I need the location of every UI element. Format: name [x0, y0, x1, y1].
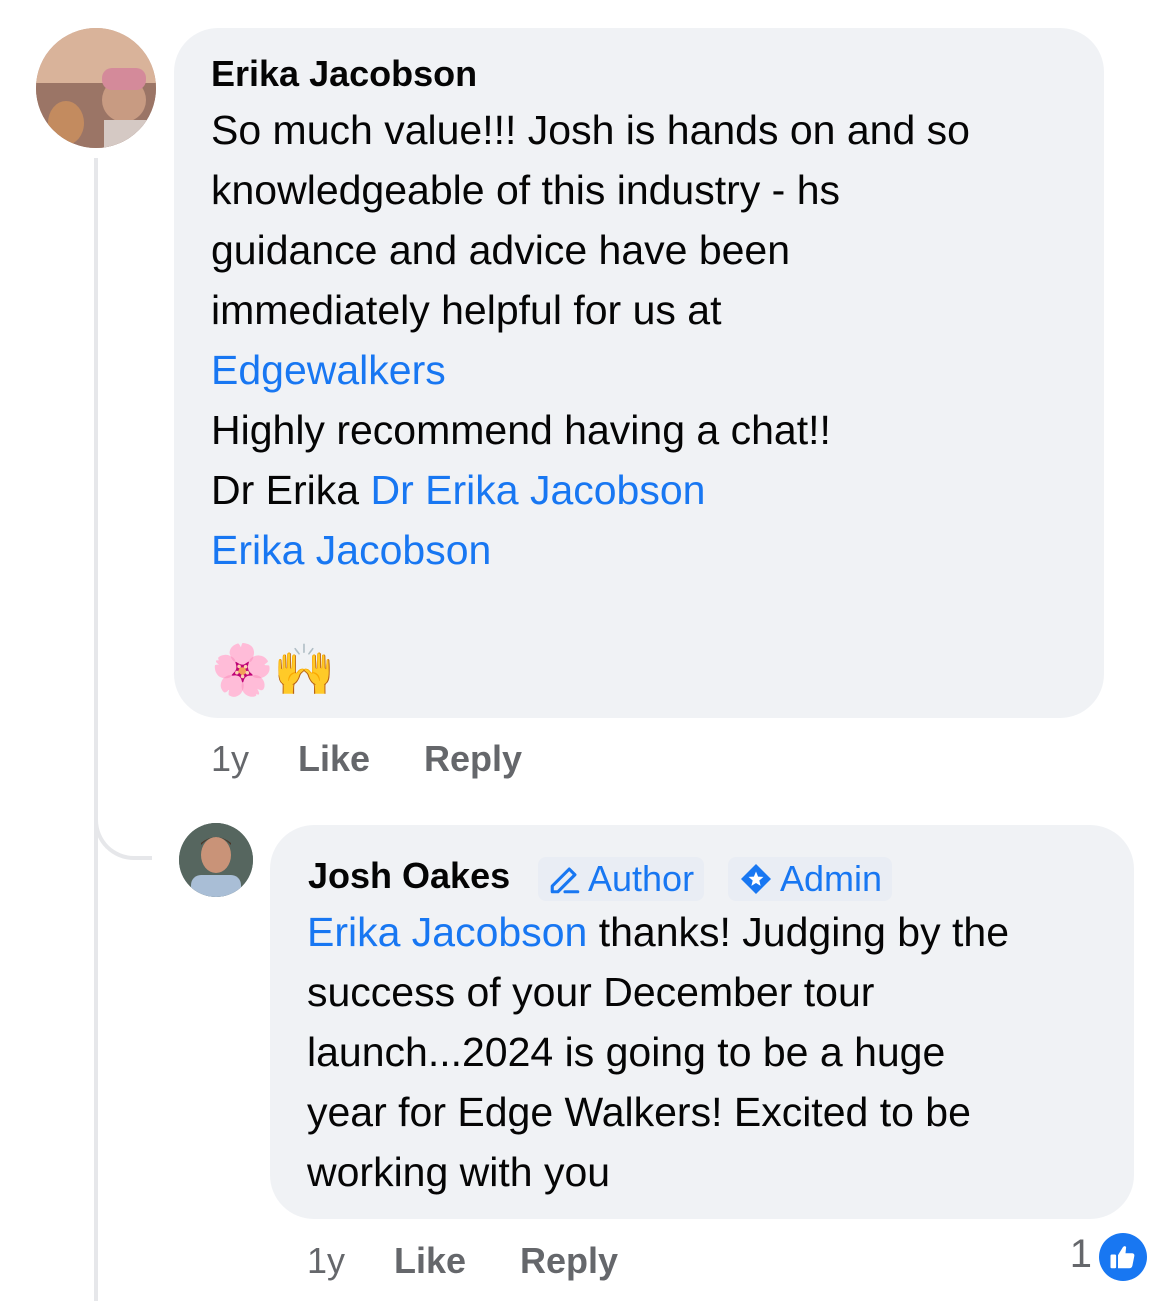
admin-badge: Admin [728, 857, 893, 901]
reply-button[interactable]: Reply [520, 1240, 618, 1282]
like-button[interactable]: Like [394, 1240, 466, 1282]
comment-line: immediately helpful for us at [211, 287, 722, 333]
comment-line: guidance and advice have been [211, 227, 791, 273]
avatar-photo-icon [36, 28, 156, 148]
admin-diamond-icon [741, 864, 771, 894]
author-badge: Author [538, 857, 705, 901]
pencil-icon [550, 867, 580, 894]
reply-button[interactable]: Reply [424, 738, 522, 780]
avatar-photo-icon [179, 823, 253, 897]
thread-line [94, 158, 98, 1301]
sign-prefix: Dr Erika [211, 467, 360, 513]
thumbs-up-icon [1110, 1246, 1135, 1269]
like-button[interactable]: Like [298, 738, 370, 780]
reply-line: success of your December tour [307, 969, 875, 1015]
edgewalkers-link[interactable]: Edgewalkers [211, 347, 446, 393]
comment-line: So much value!!! Josh is hands on and so [211, 107, 970, 153]
comment-author-name[interactable]: Erika Jacobson [211, 53, 477, 95]
dr-erika-jacobson-link[interactable]: Dr Erika Jacobson [370, 467, 705, 513]
reaction-count[interactable]: 1 [1070, 1232, 1092, 1277]
reply-line: launch...2024 is going to be a huge [307, 1029, 946, 1075]
comment-line: Highly recommend having a chat!! [211, 407, 831, 453]
avatar[interactable] [36, 28, 156, 148]
erika-jacobson-link[interactable]: Erika Jacobson [211, 527, 491, 573]
reply-timestamp[interactable]: 1y [307, 1240, 345, 1282]
author-badge-label: Author [588, 858, 695, 899]
admin-badge-label: Admin [780, 858, 883, 899]
reply-line: working with you [307, 1149, 611, 1195]
reply-author-name[interactable]: Josh Oakes [308, 855, 510, 897]
reply-line: year for Edge Walkers! Excited to be [307, 1089, 971, 1135]
emoji-reaction-text: 🌸🙌 [211, 641, 336, 699]
like-reaction-icon[interactable] [1099, 1233, 1147, 1281]
reply-text: Erika Jacobson thanks! Judging by the su… [307, 902, 1127, 1202]
comment-line: knowledgeable of this industry - hs [211, 167, 841, 213]
comment-text: So much value!!! Josh is hands on and so… [211, 100, 1091, 580]
reply-first-line: thanks! Judging by the [587, 909, 1009, 955]
thread-connector [94, 760, 152, 860]
comment-timestamp[interactable]: 1y [211, 738, 249, 780]
avatar[interactable] [179, 823, 253, 897]
erika-jacobson-mention-link[interactable]: Erika Jacobson [307, 909, 587, 955]
